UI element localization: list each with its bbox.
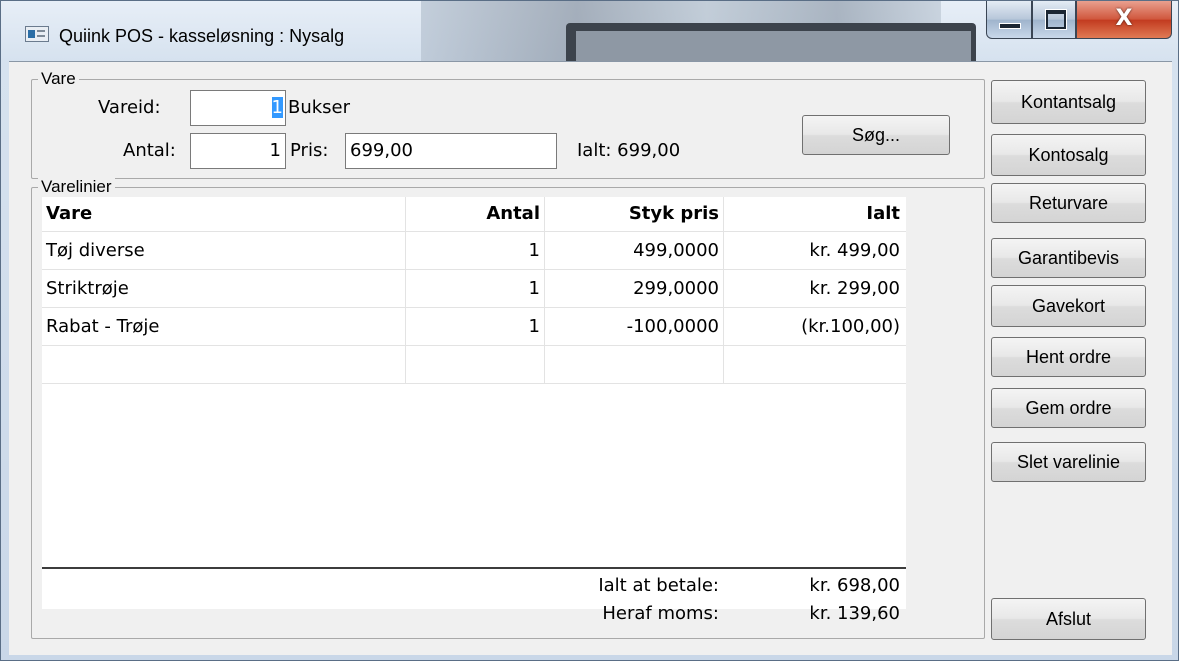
cell-styk-pris: 299,0000 bbox=[633, 278, 719, 299]
vareid-value: 1 bbox=[271, 97, 283, 118]
varelinier-group-label: Varelinier bbox=[38, 176, 115, 198]
afslut-label: Afslut bbox=[1045, 609, 1092, 629]
gem-ordre-button[interactable]: Gem ordre bbox=[991, 388, 1146, 428]
cell-vare: Rabat - Trøje bbox=[46, 316, 160, 337]
background-window-blur bbox=[576, 31, 971, 61]
hent-ordre-button[interactable]: Hent ordre bbox=[991, 337, 1146, 377]
app-icon[interactable] bbox=[25, 26, 49, 42]
window-title: Quiink POS - kasseløsning : Nysalg bbox=[59, 26, 345, 46]
column-header-ialt[interactable]: Ialt bbox=[724, 197, 900, 231]
kontosalg-label: Kontosalg bbox=[1028, 145, 1109, 165]
cell-styk-pris: -100,0000 bbox=[626, 316, 719, 337]
garantibevis-button[interactable]: Garantibevis bbox=[991, 238, 1146, 278]
title-bar[interactable]: Quiink POS - kasseløsning : Nysalg X bbox=[1, 1, 1178, 61]
antal-input[interactable]: 1 bbox=[190, 133, 286, 169]
cell-styk-pris: 499,0000 bbox=[633, 240, 719, 261]
minimize-icon bbox=[999, 23, 1021, 29]
kontantsalg-label: Kontantsalg bbox=[1020, 92, 1117, 112]
returvare-button[interactable]: Returvare bbox=[991, 183, 1146, 223]
search-button-label: Søg... bbox=[851, 125, 900, 145]
vare-group-label: Vare bbox=[38, 68, 79, 90]
new-row[interactable] bbox=[42, 346, 906, 383]
antal-label: Antal: bbox=[123, 140, 176, 161]
column-header-antal[interactable]: Antal bbox=[406, 197, 540, 231]
client-area: Vare Vareid: 1 Bukser Antal: 1 Pris: 699… bbox=[9, 61, 1172, 655]
cell-vare: Tøj diverse bbox=[46, 240, 145, 261]
gem-ordre-label: Gem ordre bbox=[1025, 398, 1112, 418]
cell-antal: 1 bbox=[528, 278, 540, 299]
afslut-button[interactable]: Afslut bbox=[991, 598, 1146, 640]
total-value: kr. 698,00 bbox=[809, 575, 900, 596]
search-button[interactable]: Søg... bbox=[802, 115, 950, 155]
column-header-styk-pris[interactable]: Styk pris bbox=[545, 197, 719, 231]
maximize-button[interactable] bbox=[1032, 1, 1076, 39]
total-label: Ialt at betale: bbox=[598, 575, 719, 596]
application-window: Quiink POS - kasseløsning : Nysalg X Var… bbox=[0, 0, 1179, 661]
close-icon: X bbox=[1115, 6, 1133, 31]
cell-vare: Striktrøje bbox=[46, 278, 129, 299]
pris-label: Pris: bbox=[290, 140, 329, 161]
minimize-button[interactable] bbox=[986, 1, 1032, 39]
maximize-icon bbox=[1046, 10, 1066, 29]
slet-varelinie-label: Slet varelinie bbox=[1016, 452, 1121, 472]
cell-antal: 1 bbox=[528, 316, 540, 337]
vare-group: Vare Vareid: 1 Bukser Antal: 1 Pris: 699… bbox=[31, 68, 985, 179]
slet-varelinie-button[interactable]: Slet varelinie bbox=[991, 442, 1146, 482]
product-name: Bukser bbox=[288, 97, 351, 118]
kontantsalg-button[interactable]: Kontantsalg bbox=[991, 80, 1146, 124]
totals-divider bbox=[42, 567, 906, 569]
gavekort-label: Gavekort bbox=[1031, 296, 1106, 316]
close-button[interactable]: X bbox=[1076, 1, 1172, 39]
pris-input[interactable]: 699,00 bbox=[345, 133, 557, 169]
cell-ialt: kr. 299,00 bbox=[809, 278, 900, 299]
cell-ialt: (kr.100,00) bbox=[801, 316, 900, 337]
cell-ialt: kr. 499,00 bbox=[809, 240, 900, 261]
garantibevis-label: Garantibevis bbox=[1017, 248, 1120, 268]
grid-line bbox=[42, 383, 906, 384]
moms-value: kr. 139,60 bbox=[809, 603, 900, 624]
vareid-input[interactable]: 1 bbox=[190, 90, 286, 126]
moms-label: Heraf moms: bbox=[602, 603, 719, 624]
returvare-label: Returvare bbox=[1028, 193, 1109, 213]
cell-antal: 1 bbox=[528, 240, 540, 261]
gavekort-button[interactable]: Gavekort bbox=[991, 285, 1146, 327]
order-lines-table[interactable]: Vare Antal Styk pris Ialt Tøj diverse 1 … bbox=[42, 197, 906, 609]
column-header-vare[interactable]: Vare bbox=[46, 197, 92, 231]
kontosalg-button[interactable]: Kontosalg bbox=[991, 134, 1146, 176]
hent-ordre-label: Hent ordre bbox=[1025, 347, 1112, 367]
ialt-text: Ialt: 699,00 bbox=[577, 140, 681, 161]
vareid-label: Vareid: bbox=[98, 97, 161, 118]
